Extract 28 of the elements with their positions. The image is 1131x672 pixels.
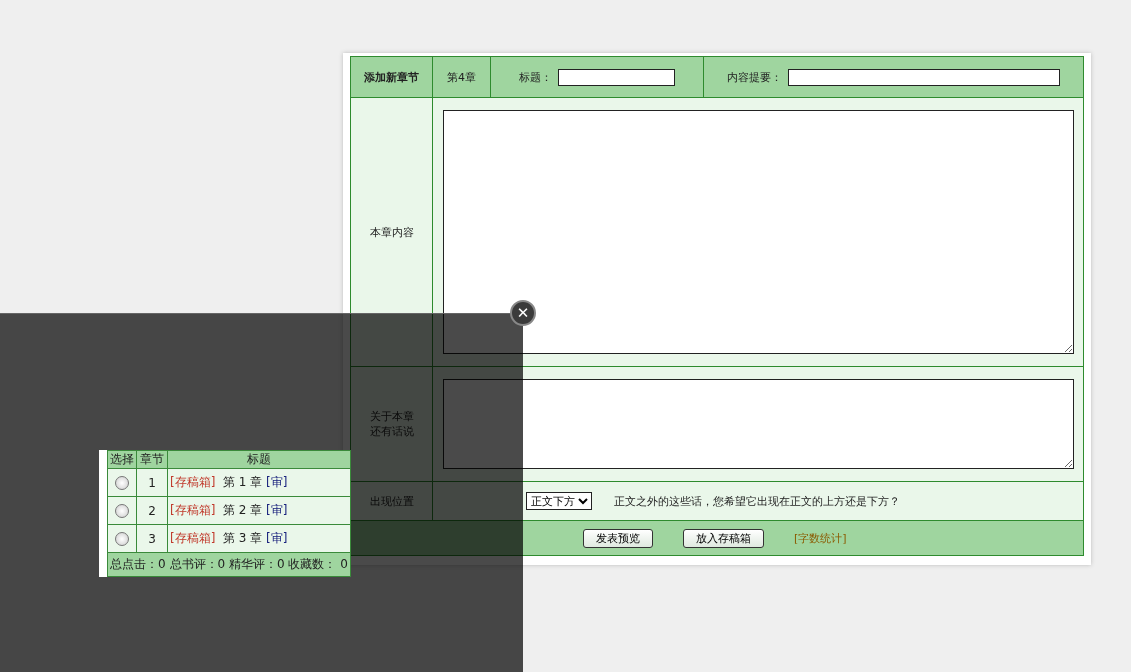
chapter-number: 第4章 (432, 56, 491, 98)
review-link[interactable]: [审] (266, 475, 288, 489)
chapter-title: 第 2 章 (223, 503, 263, 517)
action-button[interactable]: 发表预览 (583, 528, 653, 548)
draft-link[interactable]: [存稿箱] (170, 503, 216, 517)
content-field[interactable] (443, 110, 1074, 354)
chapter-radio[interactable] (115, 475, 129, 490)
draft-link[interactable]: [存稿箱] (170, 475, 216, 489)
review-link[interactable]: [审] (266, 503, 288, 517)
chapter-radio[interactable] (115, 531, 129, 546)
word-count-link[interactable]: [字数统计] (794, 530, 847, 546)
summary-field[interactable] (788, 68, 1060, 86)
column-header: 标题 (167, 450, 351, 469)
position-select[interactable]: 正文下方 (526, 492, 592, 510)
chapter-title: 第 3 章 (223, 531, 263, 545)
form-heading: 添加新章节 (350, 56, 433, 98)
chapter-radio[interactable] (115, 503, 129, 518)
chapter-title: 第 1 章 (223, 475, 263, 489)
title-field[interactable] (558, 68, 675, 86)
position-hint: 正文之外的这些话，您希望它出现在正文的上方还是下方？ (614, 493, 900, 509)
column-header: 章节 (136, 450, 168, 469)
column-header: 选择 (107, 450, 137, 469)
action-button[interactable]: 放入存稿箱 (683, 528, 764, 548)
stats-text: 总点击：0 总书评：0 精华评：0 收藏数： 0 (107, 552, 351, 577)
review-link[interactable]: [审] (266, 531, 288, 545)
summary-label: 内容提要： (727, 69, 782, 85)
title-label: 标题： (519, 69, 552, 85)
draft-link[interactable]: [存稿箱] (170, 531, 216, 545)
